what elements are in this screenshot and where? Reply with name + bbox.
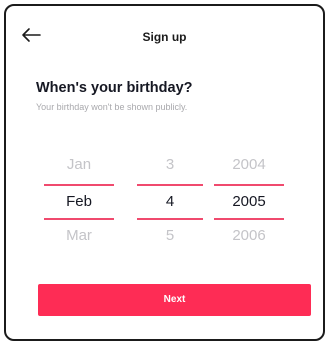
year-divider-bottom: [214, 218, 284, 220]
day-next-option[interactable]: 5: [137, 227, 203, 244]
month-selected-option[interactable]: Feb: [44, 193, 114, 210]
month-prev-option[interactable]: Jan: [44, 156, 114, 173]
year-selected-option[interactable]: 2005: [214, 193, 284, 210]
birthday-subtitle: Your birthday won't be shown publicly.: [36, 102, 188, 112]
year-prev-option[interactable]: 2004: [214, 156, 284, 173]
year-next-option[interactable]: 2006: [214, 227, 284, 244]
header: Sign up: [6, 6, 323, 64]
year-picker[interactable]: 2004 2005 2006: [214, 146, 284, 256]
month-divider-bottom: [44, 218, 114, 220]
page-title: Sign up: [142, 30, 187, 44]
birthday-picker: Jan Feb Mar 3 4 5 2004 2005 2006: [6, 146, 323, 256]
day-divider-top: [137, 184, 203, 186]
year-divider-top: [214, 184, 284, 186]
month-divider-top: [44, 184, 114, 186]
day-selected-option[interactable]: 4: [137, 193, 203, 210]
month-next-option[interactable]: Mar: [44, 227, 114, 244]
day-divider-bottom: [137, 218, 203, 220]
signup-screen: Sign up When's your birthday? Your birth…: [4, 4, 325, 341]
month-picker[interactable]: Jan Feb Mar: [44, 146, 114, 256]
day-picker[interactable]: 3 4 5: [137, 146, 203, 256]
birthday-heading: When's your birthday?: [36, 80, 193, 96]
next-button[interactable]: Next: [38, 284, 311, 316]
day-prev-option[interactable]: 3: [137, 156, 203, 173]
